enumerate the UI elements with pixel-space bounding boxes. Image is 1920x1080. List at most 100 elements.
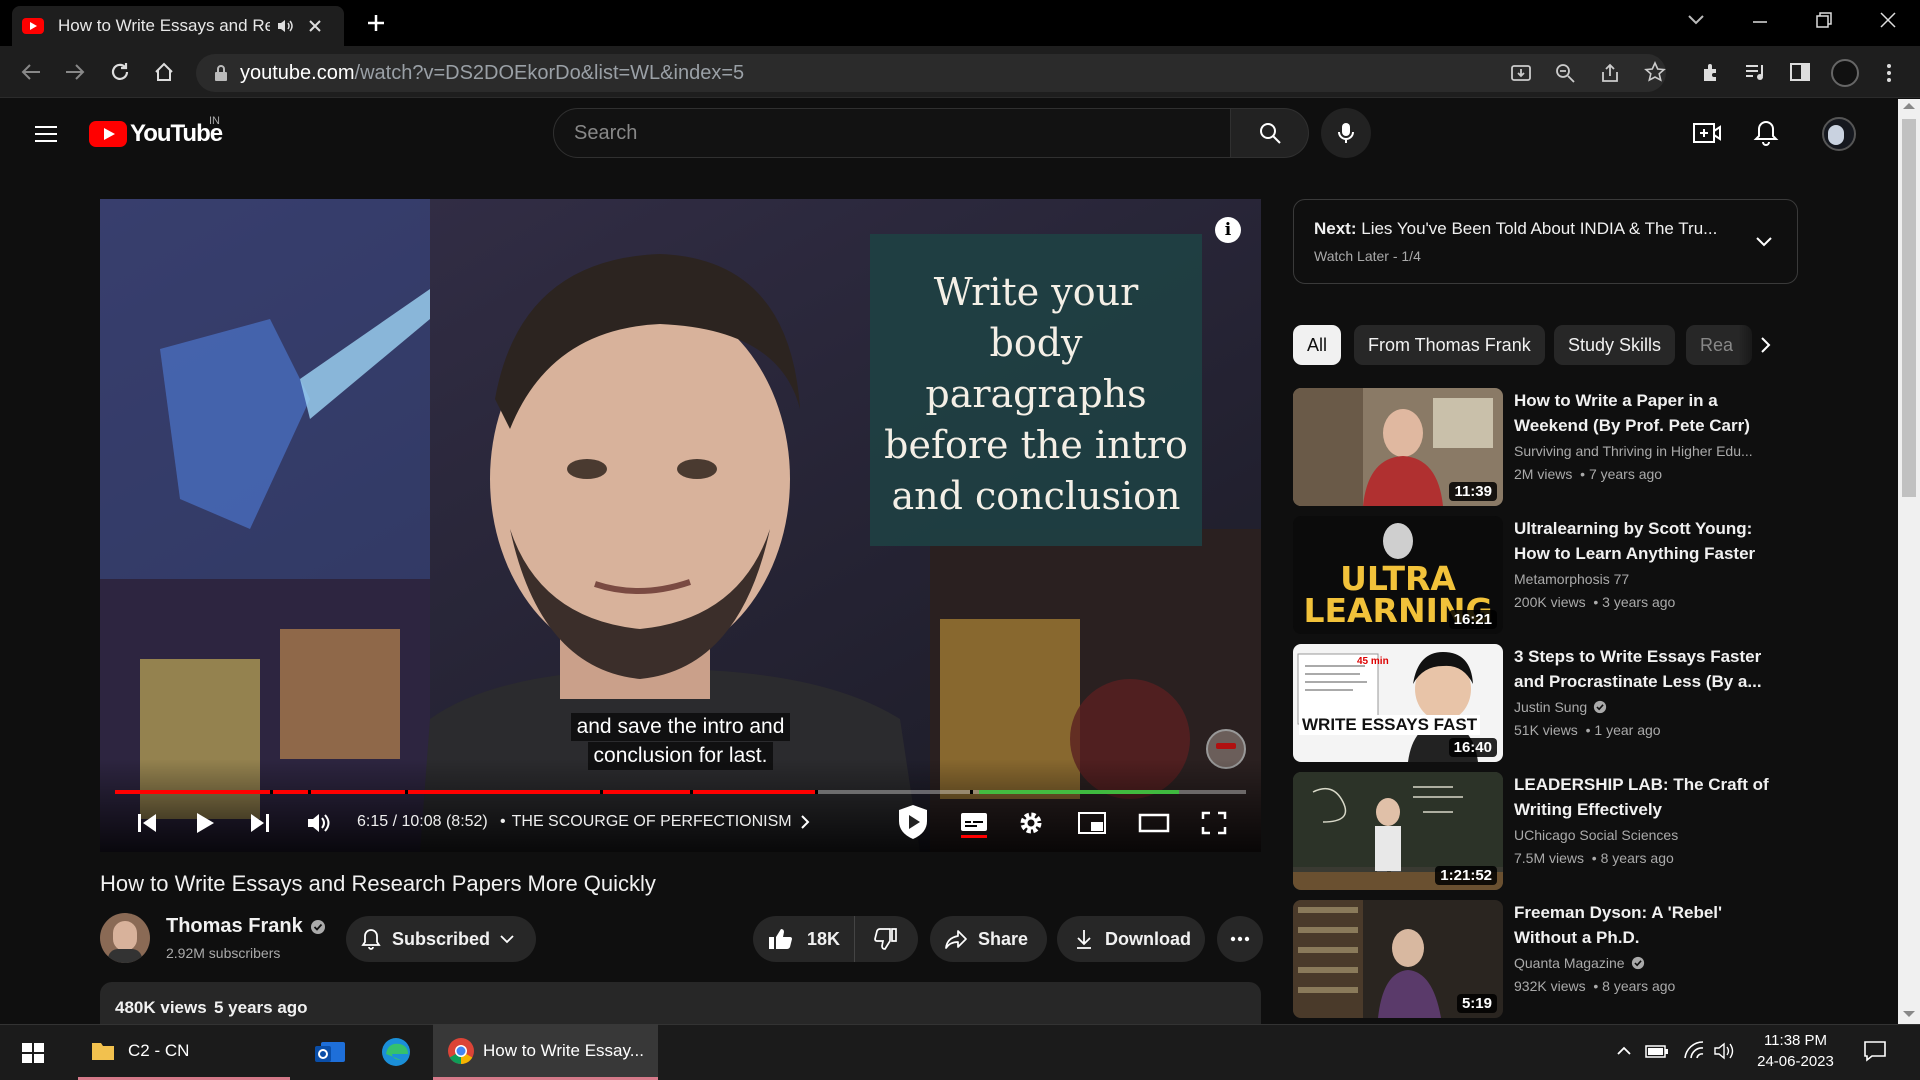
next-label: Next: — [1314, 219, 1357, 238]
account-avatar[interactable] — [1822, 117, 1856, 151]
install-app-icon[interactable] — [1510, 62, 1532, 84]
video-title: Ultralearning by Scott Young: How to Lea… — [1514, 519, 1756, 563]
scroll-up-icon[interactable] — [1903, 103, 1915, 109]
browser-tab-active[interactable]: How to Write Essays and Research Papers … — [12, 6, 344, 46]
scrollbar-thumb[interactable] — [1902, 119, 1916, 497]
channel-name-link[interactable]: Thomas Frank — [166, 915, 326, 938]
taskbar-chrome-window[interactable]: How to Write Essay... — [433, 1024, 658, 1080]
like-button[interactable]: 18K — [753, 916, 855, 962]
play-icon[interactable] — [194, 812, 216, 834]
video-title: LEADERSHIP LAB: The Craft of Writing Eff… — [1514, 775, 1769, 819]
back-icon[interactable] — [20, 62, 42, 82]
speaker-icon[interactable] — [1713, 1041, 1735, 1061]
restore-icon[interactable] — [1815, 11, 1833, 29]
bookmark-star-icon[interactable] — [1644, 61, 1666, 83]
more-actions-button[interactable] — [1217, 916, 1263, 962]
theater-mode-icon[interactable] — [1138, 813, 1170, 833]
share-button[interactable]: Share — [930, 916, 1047, 962]
chip-from-thomas-frank[interactable]: From Thomas Frank — [1354, 325, 1545, 365]
lock-icon[interactable] — [214, 64, 228, 82]
system-clock[interactable]: 11:38 PM 24-06-2023 — [1748, 1030, 1843, 1072]
address-bar[interactable]: youtube.com/watch?v=DS2DOEkorDo&list=WL&… — [196, 54, 1666, 92]
fullscreen-icon[interactable] — [1201, 811, 1227, 835]
video-thumbnail[interactable]: 5:19 — [1293, 900, 1503, 1018]
tab-search-icon[interactable] — [1686, 12, 1706, 28]
video-thumbnail[interactable]: ULTRA LEARNING 16:21 — [1293, 516, 1503, 634]
chip-all[interactable]: All — [1293, 325, 1342, 365]
new-tab-button[interactable] — [366, 13, 386, 33]
notification-center-icon[interactable] — [1863, 1039, 1887, 1063]
battery-icon[interactable] — [1645, 1043, 1669, 1059]
video-title: Freeman Dyson: A 'Rebel' Without a Ph.D. — [1514, 903, 1723, 947]
search-input[interactable]: Search — [553, 108, 1231, 158]
share-label: Share — [978, 928, 1029, 949]
minimize-icon[interactable] — [1751, 20, 1769, 24]
video-player[interactable]: Write your body paragraphs before the in… — [100, 199, 1261, 852]
subscribed-button[interactable]: Subscribed — [346, 916, 536, 962]
tab-close-icon[interactable] — [308, 19, 322, 33]
scroll-down-icon[interactable] — [1903, 1011, 1915, 1017]
miniplayer-icon[interactable] — [1077, 811, 1107, 835]
video-thumbnail[interactable]: 45 min WRITE ESSAYS FAST 16:40 — [1293, 644, 1503, 762]
side-panel-icon[interactable] — [1789, 62, 1811, 82]
guide-menu-icon[interactable] — [34, 124, 58, 144]
edge-browser-icon[interactable] — [380, 1036, 412, 1068]
voice-search-button[interactable] — [1321, 108, 1371, 158]
wifi-icon[interactable] — [1683, 1040, 1705, 1060]
progress-bar[interactable] — [115, 790, 1246, 794]
overlay-line: body — [989, 321, 1083, 365]
chip-study-skills[interactable]: Study Skills — [1554, 325, 1676, 365]
download-icon — [1075, 928, 1093, 950]
expand-playlist-icon[interactable] — [1755, 236, 1773, 248]
url-host: youtube.com — [240, 61, 355, 84]
forward-icon[interactable] — [64, 62, 86, 82]
sponsor-shield-icon[interactable] — [895, 803, 931, 841]
youtube-logo[interactable]: YouTube — [89, 120, 223, 148]
settings-gear-icon[interactable] — [1018, 810, 1044, 836]
recommended-video[interactable]: 5:19 Freeman Dyson: A 'Rebel' Without a … — [1293, 900, 1803, 1018]
dislike-button[interactable] — [855, 927, 917, 951]
verified-badge-icon — [1593, 700, 1607, 714]
playlist-panel-collapsed[interactable]: Next: Lies You've Been Told About INDIA … — [1293, 199, 1798, 284]
youtube-favicon — [22, 18, 44, 34]
notifications-bell-icon[interactable] — [1753, 119, 1779, 147]
channel-name: UChicago Social Sciences — [1514, 827, 1679, 843]
volume-icon[interactable] — [306, 811, 332, 835]
show-hidden-icons-icon[interactable] — [1616, 1044, 1632, 1056]
recommended-video[interactable]: 45 min WRITE ESSAYS FAST 16:40 3 Steps t… — [1293, 644, 1803, 762]
home-icon[interactable] — [153, 61, 175, 83]
zoom-icon[interactable] — [1554, 62, 1576, 84]
recommended-video[interactable]: ULTRA LEARNING 16:21 Ultralearning by Sc… — [1293, 516, 1803, 634]
page-scrollbar[interactable] — [1898, 99, 1920, 1024]
previous-video-icon[interactable] — [136, 812, 158, 834]
video-duration: 16:21 — [1448, 610, 1497, 629]
chapter-button[interactable]: • THE SCOURGE OF PERFECTIONISM — [500, 813, 810, 831]
extensions-icon[interactable] — [1700, 61, 1722, 83]
info-card-icon[interactable]: i — [1215, 217, 1241, 243]
overlay-line: Write your — [933, 270, 1139, 314]
media-control-icon[interactable] — [1744, 62, 1766, 82]
reload-icon[interactable] — [109, 61, 131, 83]
create-video-icon[interactable] — [1692, 121, 1722, 145]
windows-start-icon[interactable] — [22, 1043, 44, 1063]
channel-name: Justin Sung — [1514, 699, 1588, 715]
recommended-video[interactable]: 11:39 How to Write a Paper in a Weekend … — [1293, 388, 1803, 506]
video-thumbnail[interactable]: 11:39 — [1293, 388, 1503, 506]
channel-avatar[interactable] — [100, 913, 150, 963]
audio-playing-icon[interactable] — [276, 18, 294, 34]
overlay-line: and conclusion — [891, 474, 1181, 518]
search-button[interactable] — [1231, 108, 1309, 158]
taskbar-file-explorer[interactable]: C2 - CN — [78, 1024, 290, 1080]
chips-next-icon[interactable] — [1760, 336, 1772, 354]
profile-avatar[interactable] — [1831, 59, 1859, 87]
subtitles-icon[interactable] — [959, 811, 989, 839]
window-close-icon[interactable] — [1878, 10, 1898, 30]
next-video-icon[interactable] — [249, 812, 271, 834]
share-page-icon[interactable] — [1599, 62, 1621, 84]
overlay-line: before the intro — [884, 423, 1188, 467]
outlook-icon[interactable] — [313, 1036, 347, 1068]
browser-menu-icon[interactable] — [1886, 62, 1892, 84]
recommended-video[interactable]: 1:21:52 LEADERSHIP LAB: The Craft of Wri… — [1293, 772, 1803, 890]
download-button[interactable]: Download — [1057, 916, 1205, 962]
video-thumbnail[interactable]: 1:21:52 — [1293, 772, 1503, 890]
